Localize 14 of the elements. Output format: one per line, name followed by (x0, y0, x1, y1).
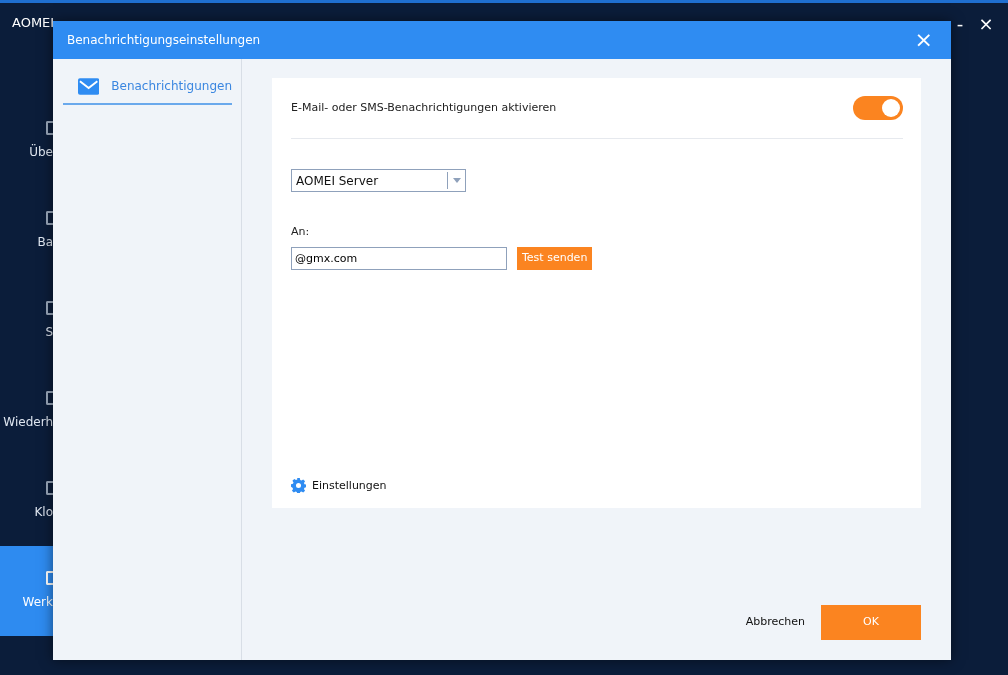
caret-icon (452, 178, 461, 183)
mail-icon (78, 77, 100, 95)
cancel-button[interactable]: Abbrechen (739, 613, 811, 632)
toggle-switch[interactable] (853, 96, 903, 120)
app-title: AOMEI (12, 14, 55, 33)
close-button[interactable]: × (976, 9, 996, 37)
server-dropdown[interactable]: AOMEI Server (291, 169, 466, 192)
settings-link[interactable]: Einstellungen (291, 477, 387, 494)
email-field[interactable]: @gmx.com (291, 246, 507, 270)
dialog-title: Benachrichtigungseinstellungen (67, 32, 261, 49)
settings-icon (291, 478, 306, 494)
toggle-label: E-Mail- oder SMS-Benachrichtigungen aktivieren (291, 99, 557, 116)
minimize-button[interactable]: - (954, 9, 966, 37)
field-label: An: (291, 224, 311, 240)
